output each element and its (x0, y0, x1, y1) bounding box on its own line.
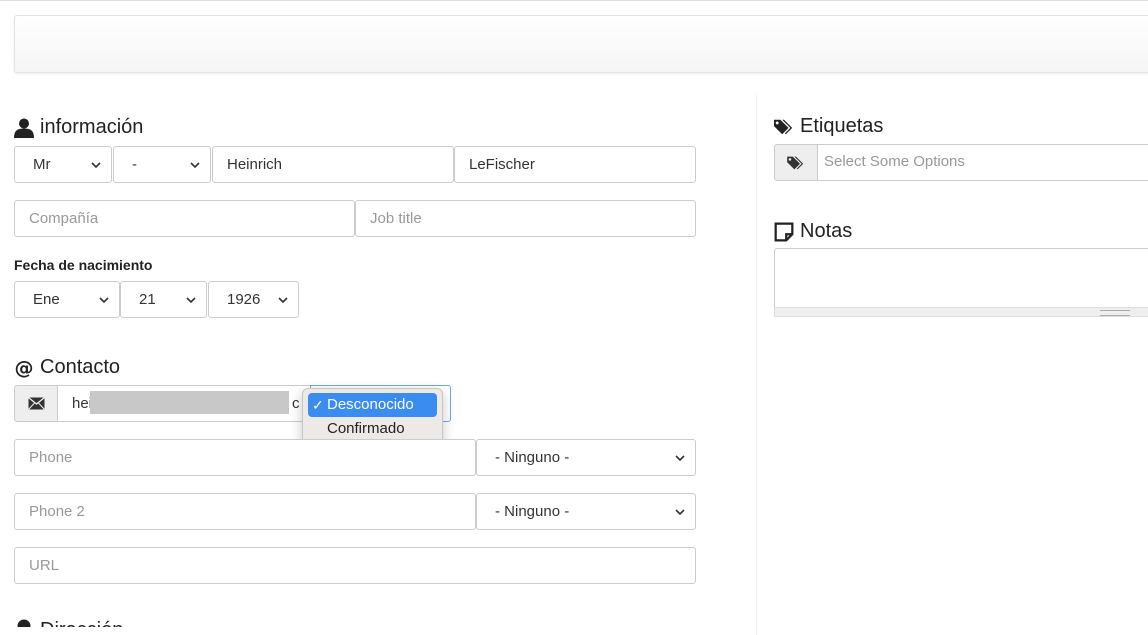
suffix-select[interactable]: - (113, 146, 211, 183)
tag-icon (787, 156, 804, 169)
status-option-desconocido[interactable]: ✓ Desconocido (308, 393, 437, 417)
phone-type-value: - Ninguno - (495, 449, 570, 466)
birthdate-label: Fecha de nacimiento (14, 257, 153, 273)
url-input[interactable]: URL (14, 547, 696, 584)
section-title-direccion: Dirección (14, 619, 123, 627)
map-marker-icon (17, 619, 31, 627)
birth-year-select[interactable]: 1926 (208, 281, 299, 318)
status-option-confirmado[interactable]: Confirmado (308, 417, 437, 441)
birth-day-value: 21 (139, 291, 156, 308)
chevron-down-icon (190, 161, 200, 168)
chevron-down-icon (675, 508, 685, 515)
section-title-informacion: información (14, 116, 143, 139)
phone2-type-value: - Ninguno - (495, 503, 570, 520)
phone-placeholder: Phone (29, 449, 73, 466)
status-option-label: Desconocido (327, 396, 414, 413)
top-border (0, 0, 1148, 1)
chevron-down-icon (186, 296, 196, 303)
email-suffix: c (292, 395, 300, 412)
phone-type-select[interactable]: - Ninguno - (476, 439, 696, 476)
section-title-notas-label: Notas (800, 220, 853, 242)
company-input[interactable]: Compañía (14, 200, 355, 237)
tags-icon (774, 119, 793, 134)
suffix-value: - (132, 156, 137, 173)
section-title-notas: Notas (774, 220, 852, 243)
section-title-etiquetas-label: Etiquetas (800, 115, 884, 137)
svg-text:@: @ (15, 358, 34, 378)
first-name-input[interactable]: Heinrich (212, 146, 454, 183)
notes-textarea[interactable] (774, 248, 1148, 308)
section-title-direccion-label: Dirección (40, 619, 123, 627)
notes-resize-bar[interactable] (774, 307, 1148, 317)
column-divider (756, 95, 757, 635)
at-icon: @ (15, 358, 34, 378)
section-title-contacto-label: Contacto (40, 356, 121, 378)
job-title-placeholder: Job title (370, 210, 422, 227)
resize-grip-icon[interactable] (1100, 310, 1130, 316)
tags-addon (774, 144, 818, 181)
section-title-contacto: @ Contacto (14, 356, 121, 379)
last-name-input[interactable]: LeFischer (454, 146, 696, 183)
url-placeholder: URL (29, 557, 60, 574)
chevron-down-icon (99, 296, 109, 303)
phone2-type-select[interactable]: - Ninguno - (476, 493, 696, 530)
chevron-down-icon (675, 454, 685, 461)
status-option-label: Confirmado (327, 420, 405, 437)
email-redaction (90, 391, 289, 414)
phone2-input[interactable]: Phone 2 (14, 493, 476, 530)
chevron-down-icon (278, 296, 288, 303)
chevron-down-icon (91, 161, 101, 168)
envelope-icon (27, 397, 45, 410)
phone-input[interactable]: Phone (14, 439, 476, 476)
tags-placeholder: Select Some Options (824, 153, 965, 170)
section-title-informacion-label: información (40, 116, 144, 138)
email-addon (14, 385, 58, 422)
birth-month-select[interactable]: Ene (14, 281, 120, 318)
salutation-select[interactable]: Mr (14, 146, 112, 183)
last-name-value: LeFischer (469, 156, 535, 173)
first-name-value: Heinrich (227, 156, 283, 173)
company-placeholder: Compañía (29, 210, 99, 227)
tags-input[interactable]: Select Some Options (817, 144, 1148, 181)
salutation-value: Mr (33, 156, 51, 173)
phone2-placeholder: Phone 2 (29, 503, 85, 520)
check-icon: ✓ (312, 397, 324, 413)
note-icon (774, 222, 794, 241)
job-title-input[interactable]: Job title (355, 200, 696, 237)
birth-day-select[interactable]: 21 (120, 281, 207, 318)
birth-month-value: Ene (33, 291, 60, 308)
person-icon (14, 118, 34, 138)
section-title-etiquetas: Etiquetas (774, 115, 883, 138)
birth-year-value: 1926 (227, 291, 261, 308)
toolbar (14, 15, 1148, 73)
